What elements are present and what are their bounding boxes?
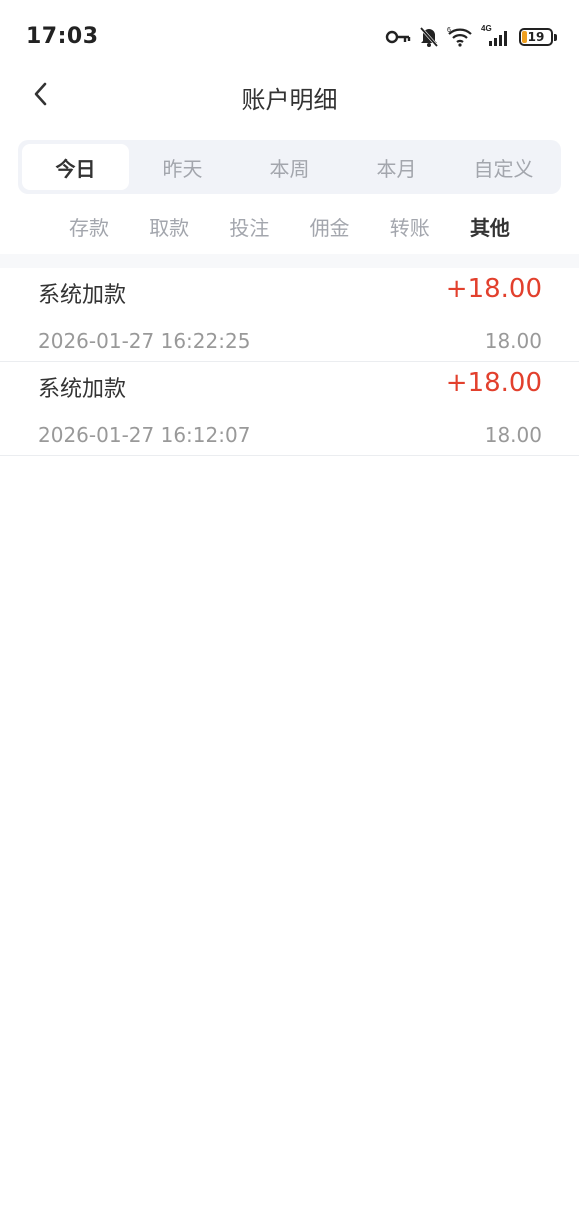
category-tabs: 存款 取款 投注 佣金 转账 其他 bbox=[49, 204, 530, 248]
battery-icon: 19 bbox=[519, 28, 557, 46]
tab-yesterday[interactable]: 昨天 bbox=[129, 144, 236, 190]
record-time: 2026-01-27 16:22:25 bbox=[38, 329, 251, 353]
network-label: 4G bbox=[481, 24, 492, 33]
tab-custom[interactable]: 自定义 bbox=[450, 144, 557, 190]
wifi-icon: 6 bbox=[447, 27, 473, 47]
status-bar: 17:03 6 4G 19 bbox=[0, 0, 579, 74]
svg-text:6: 6 bbox=[447, 27, 451, 34]
signal-4g-icon: 4G bbox=[481, 24, 511, 47]
record-time: 2026-01-27 16:12:07 bbox=[38, 423, 251, 447]
tab-this-week[interactable]: 本周 bbox=[236, 144, 343, 190]
list-item[interactable]: 系统加款 +18.00 2026-01-27 16:22:25 18.00 bbox=[0, 268, 579, 362]
bell-muted-icon bbox=[419, 26, 439, 48]
record-title: 系统加款 bbox=[38, 377, 127, 402]
record-amount: +18.00 bbox=[445, 274, 542, 304]
record-amount: +18.00 bbox=[445, 368, 542, 398]
battery-body: 19 bbox=[519, 28, 553, 46]
battery-level: 19 bbox=[527, 30, 545, 44]
key-icon bbox=[385, 30, 411, 44]
category-tab-transfer[interactable]: 转账 bbox=[370, 212, 450, 241]
category-tab-bet[interactable]: 投注 bbox=[209, 212, 289, 241]
category-tab-withdraw[interactable]: 取款 bbox=[129, 212, 209, 241]
battery-cap bbox=[554, 33, 557, 41]
tab-this-month[interactable]: 本月 bbox=[343, 144, 450, 190]
record-title: 系统加款 bbox=[38, 283, 127, 308]
category-tab-deposit[interactable]: 存款 bbox=[49, 212, 129, 241]
category-tab-other[interactable]: 其他 bbox=[450, 212, 530, 241]
section-divider bbox=[0, 254, 579, 268]
time-range-tabs: 今日 昨天 本周 本月 自定义 bbox=[18, 140, 561, 194]
category-tab-commission[interactable]: 佣金 bbox=[290, 212, 370, 241]
tab-today[interactable]: 今日 bbox=[22, 144, 129, 190]
record-balance: 18.00 bbox=[484, 329, 542, 353]
list-item[interactable]: 系统加款 +18.00 2026-01-27 16:12:07 18.00 bbox=[0, 362, 579, 456]
page-title: 账户明细 bbox=[241, 86, 338, 114]
record-balance: 18.00 bbox=[484, 423, 542, 447]
record-list: 系统加款 +18.00 2026-01-27 16:22:25 18.00 系统… bbox=[0, 268, 579, 456]
status-time: 17:03 bbox=[26, 24, 99, 49]
battery-fill bbox=[522, 31, 527, 43]
status-icons: 6 4G 19 bbox=[385, 24, 557, 49]
header: 账户明细 bbox=[0, 74, 579, 118]
